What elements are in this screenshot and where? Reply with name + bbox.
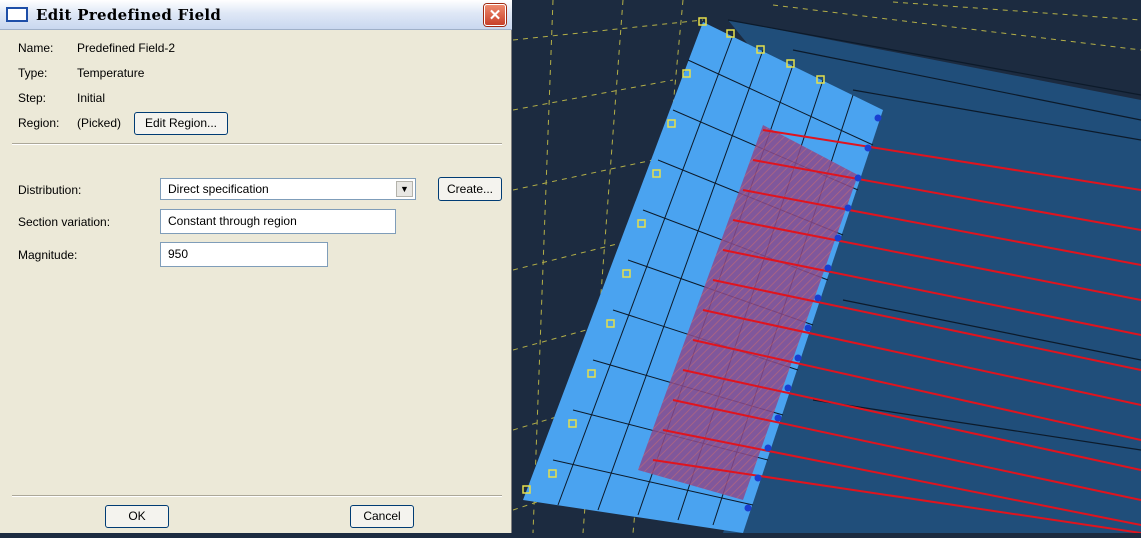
title-bar[interactable]: Edit Predefined Field ✕ xyxy=(0,0,512,30)
ok-button[interactable]: OK xyxy=(105,505,169,528)
mesh-view[interactable] xyxy=(512,0,1141,534)
step-value: Initial xyxy=(77,91,106,105)
edit-region-button[interactable]: Edit Region... xyxy=(134,112,228,135)
window-icon xyxy=(6,7,28,22)
separator xyxy=(12,143,502,145)
cancel-button[interactable]: Cancel xyxy=(350,505,414,528)
distribution-label: Distribution: xyxy=(18,183,82,197)
separator-bottom xyxy=(12,495,502,497)
distribution-select-value: Direct specification xyxy=(168,182,269,196)
type-label: Type: xyxy=(18,66,48,80)
model-viewport[interactable] xyxy=(512,0,1141,534)
edit-predefined-field-dialog: Edit Predefined Field ✕ Name: Predefined… xyxy=(0,0,512,533)
name-value: Predefined Field-2 xyxy=(77,41,176,55)
close-icon[interactable]: ✕ xyxy=(484,4,506,26)
magnitude-field[interactable]: 950 xyxy=(160,242,328,267)
region-label: Region: xyxy=(18,116,60,130)
magnitude-label: Magnitude: xyxy=(18,248,78,262)
create-button[interactable]: Create... xyxy=(438,177,502,201)
type-value: Temperature xyxy=(77,66,145,80)
dialog-title: Edit Predefined Field xyxy=(36,6,222,24)
section-variation-field[interactable]: Constant through region xyxy=(160,209,396,234)
name-label: Name: xyxy=(18,41,54,55)
chevron-down-icon[interactable]: ▼ xyxy=(396,181,413,197)
distribution-select[interactable]: Direct specification ▼ xyxy=(160,178,416,200)
step-label: Step: xyxy=(18,91,47,105)
region-value: (Picked) xyxy=(77,116,122,130)
section-variation-label: Section variation: xyxy=(18,215,111,229)
